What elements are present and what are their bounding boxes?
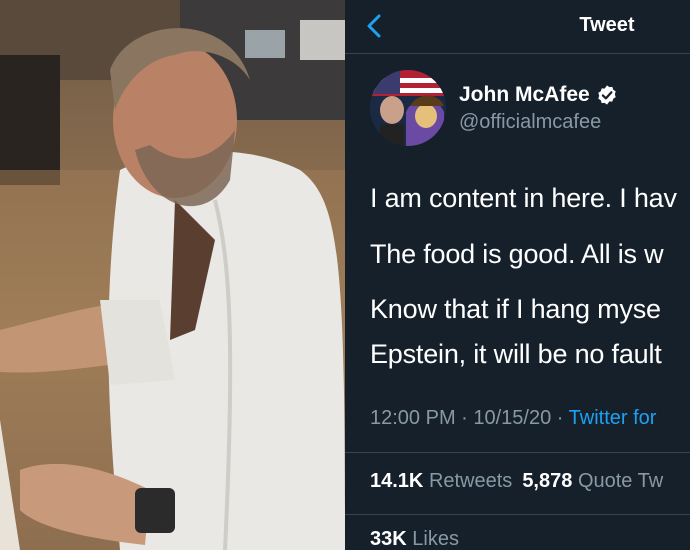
tweet-text-line-1: I am content in here. I hav bbox=[370, 183, 677, 213]
avatar-image bbox=[370, 70, 446, 146]
retweets-label: Retweets bbox=[428, 470, 513, 492]
avatar[interactable] bbox=[370, 70, 446, 146]
tweet-meta: 12:00 PM · 10/15/20 · Twitter for bbox=[370, 407, 656, 430]
photo-panel bbox=[0, 0, 345, 550]
tweet-panel: Tweet John McAfee @officialmcafee I am c… bbox=[345, 0, 690, 550]
author-handle[interactable]: @officialmcafee bbox=[459, 111, 601, 134]
quote-count: 5,878 bbox=[522, 470, 573, 492]
tweet-text-line-3: Know that if I hang myse bbox=[370, 294, 661, 324]
likes-label: Likes bbox=[412, 528, 459, 550]
author-name-text: John McAfee bbox=[459, 83, 590, 106]
likes-stat[interactable]: 33K Likes bbox=[370, 528, 459, 550]
back-button[interactable] bbox=[359, 11, 389, 41]
tweet-stats: 14.1K Retweets 5,878 Quote Tw bbox=[370, 470, 663, 493]
verified-badge-icon bbox=[597, 85, 616, 105]
page-title: Tweet bbox=[579, 14, 635, 36]
tweet-text-line-2: The food is good. All is w bbox=[370, 239, 664, 269]
top-bar: Tweet bbox=[345, 0, 690, 54]
tweet-timestamp[interactable]: 12:00 PM · 10/15/20 · bbox=[370, 407, 563, 429]
tweet-source-link[interactable]: Twitter for bbox=[569, 407, 657, 429]
retweets-count: 14.1K bbox=[370, 470, 424, 492]
chevron-left-icon bbox=[367, 14, 381, 38]
likes-count: 33K bbox=[370, 528, 407, 550]
quote-label: Quote Tw bbox=[577, 470, 664, 492]
divider bbox=[345, 452, 690, 453]
divider bbox=[345, 514, 690, 515]
quote-tweets-stat[interactable]: 5,878 Quote Tw bbox=[522, 470, 663, 492]
photo-of-man bbox=[0, 0, 345, 550]
tweet-text-line-4: Epstein, it will be no fault bbox=[370, 339, 662, 369]
author-name[interactable]: John McAfee bbox=[459, 83, 618, 107]
retweets-stat[interactable]: 14.1K Retweets bbox=[370, 470, 512, 492]
